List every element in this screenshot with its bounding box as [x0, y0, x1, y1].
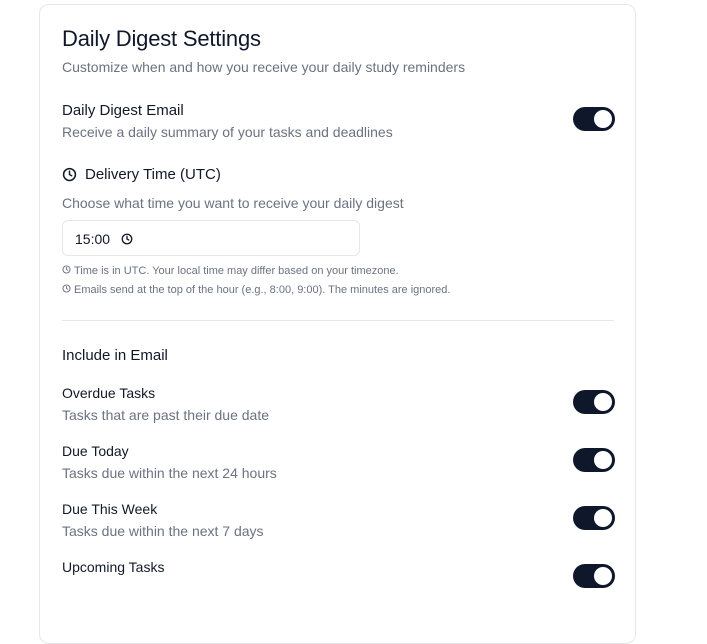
delivery-time-label: Delivery Time (UTC)	[85, 166, 221, 183]
toggle-knob	[594, 110, 612, 128]
due-today-description: Tasks due within the next 24 hours	[62, 465, 277, 481]
due-today-label: Due Today	[62, 443, 129, 459]
due-this-week-description: Tasks due within the next 7 days	[62, 523, 264, 539]
digest-settings-card: Daily Digest Settings Customize when and…	[39, 4, 636, 644]
overdue-tasks-description: Tasks that are past their due date	[62, 407, 270, 423]
upcoming-tasks-toggle[interactable]	[573, 564, 615, 588]
include-section-title: Include in Email	[62, 347, 168, 364]
digest-email-toggle[interactable]	[573, 107, 615, 131]
digest-email-label: Daily Digest Email	[62, 102, 184, 119]
overdue-tasks-toggle[interactable]	[573, 390, 615, 414]
hour-hint-text: Emails send at the top of the hour (e.g.…	[74, 284, 451, 296]
delivery-time-input[interactable]: 15:00	[62, 220, 360, 256]
overdue-tasks-label: Overdue Tasks	[62, 385, 156, 401]
info-clock-icon	[62, 265, 71, 277]
due-this-week-label: Due This Week	[62, 501, 158, 517]
utc-hint-text: Time is in UTC. Your local time may diff…	[74, 265, 399, 277]
delivery-time-description: Choose what time you want to receive you…	[62, 195, 404, 211]
time-picker-clock-icon[interactable]	[121, 232, 133, 250]
delivery-time-value: 15:00	[75, 231, 111, 247]
section-divider	[62, 320, 614, 321]
info-clock-icon	[62, 284, 71, 296]
digest-email-description: Receive a daily summary of your tasks an…	[62, 124, 393, 140]
page-subtitle: Customize when and how you receive your …	[62, 59, 466, 75]
toggle-knob	[594, 567, 612, 585]
toggle-knob	[594, 451, 612, 469]
utc-hint: Time is in UTC. Your local time may diff…	[62, 265, 399, 277]
due-this-week-toggle[interactable]	[573, 506, 615, 530]
toggle-knob	[594, 509, 612, 527]
hour-hint: Emails send at the top of the hour (e.g.…	[62, 284, 450, 296]
clock-icon	[62, 167, 78, 183]
toggle-knob	[594, 393, 612, 411]
due-today-toggle[interactable]	[573, 448, 615, 472]
page-title: Daily Digest Settings	[62, 26, 261, 51]
